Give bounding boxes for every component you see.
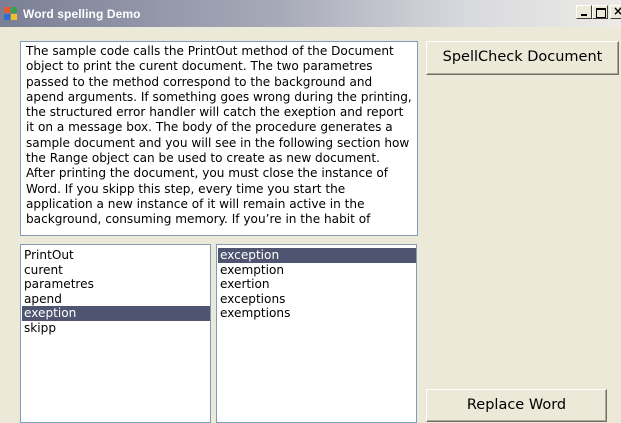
app-icon[interactable]	[4, 7, 18, 21]
app-window: Word spelling Demo × The sample code cal…	[0, 0, 621, 423]
list-item-selected[interactable]: exeption	[22, 306, 210, 321]
list-item[interactable]: PrintOut	[22, 248, 210, 263]
spellcheck-document-button[interactable]: SpellCheck Document	[426, 41, 619, 75]
minimize-button[interactable]	[576, 5, 592, 19]
document-paragraph-1: The sample code calls the PrintOut metho…	[26, 44, 412, 166]
list-item[interactable]: exceptions	[218, 292, 416, 307]
list-item[interactable]: parametres	[22, 277, 210, 292]
maximize-button[interactable]	[592, 5, 608, 19]
replace-word-button[interactable]: Replace Word	[426, 389, 607, 422]
close-button[interactable]: ×	[610, 4, 621, 19]
title-bar[interactable]: Word spelling Demo ×	[0, 0, 621, 27]
maximize-icon	[596, 8, 606, 18]
window-title: Word spelling Demo	[23, 7, 141, 21]
list-item-selected[interactable]: exception	[218, 248, 416, 263]
list-item[interactable]: exemptions	[218, 306, 416, 321]
document-paragraph-2: After printing the document, you must cl…	[26, 166, 389, 227]
list-item[interactable]: apend	[22, 292, 210, 307]
list-item[interactable]: exertion	[218, 277, 416, 292]
misspelled-words-list[interactable]: PrintOut curent parametres apend exeptio…	[20, 244, 211, 423]
document-textbox[interactable]: The sample code calls the PrintOut metho…	[20, 41, 418, 236]
close-icon: ×	[613, 4, 621, 18]
suggestions-list[interactable]: exception exemption exertion exceptions …	[216, 244, 417, 423]
list-item[interactable]: curent	[22, 263, 210, 278]
list-item[interactable]: skipp	[22, 321, 210, 336]
minimize-icon	[581, 14, 587, 16]
list-item[interactable]: exemption	[218, 263, 416, 278]
